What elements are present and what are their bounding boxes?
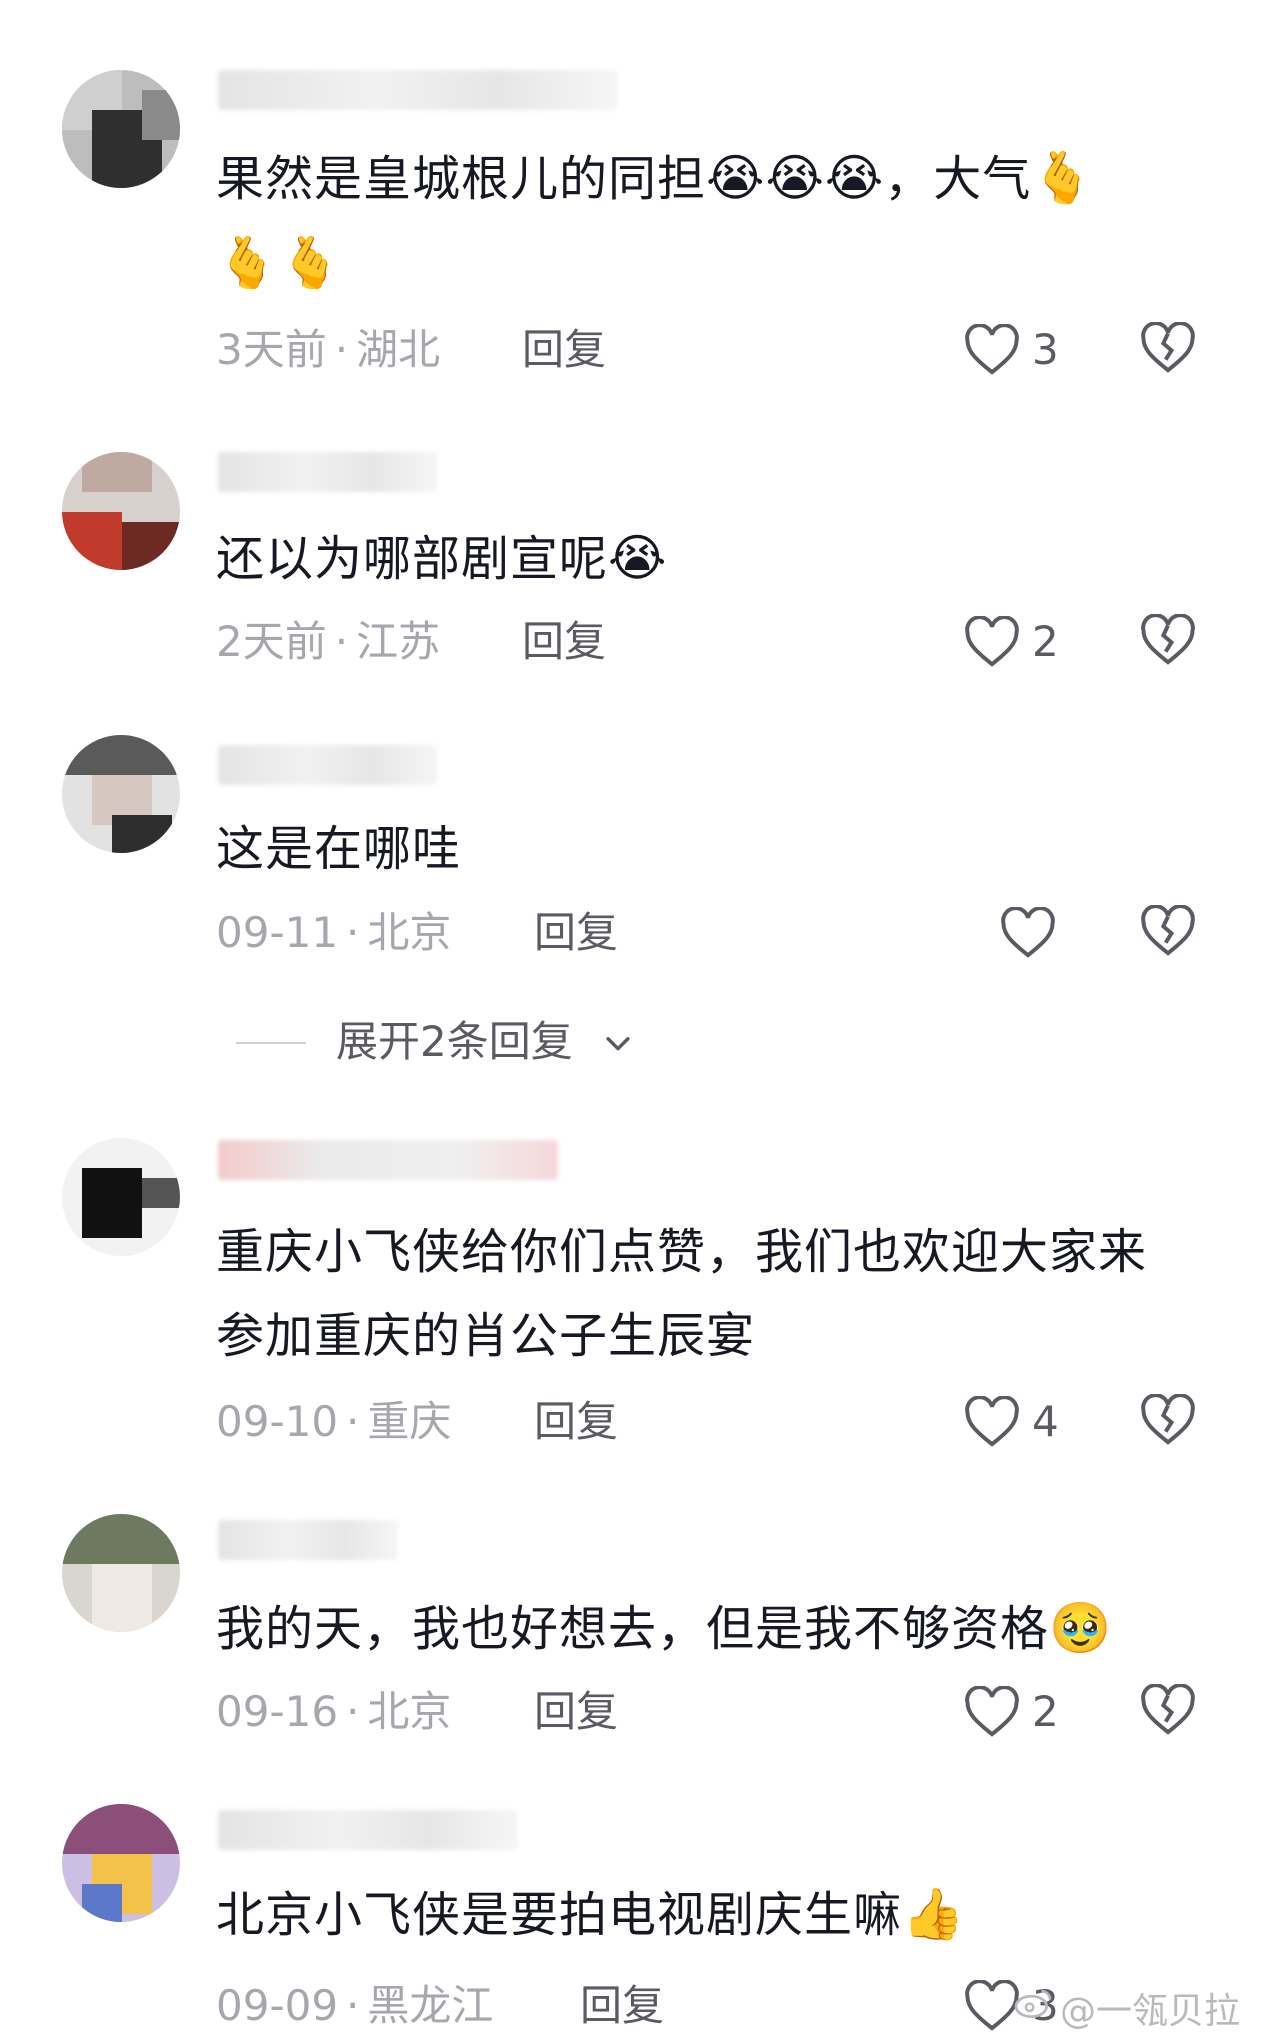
reply-button[interactable]: 回复 bbox=[580, 1976, 664, 2036]
broken-heart-icon bbox=[1141, 1683, 1195, 1735]
username-blurred[interactable] bbox=[218, 452, 438, 492]
avatar[interactable] bbox=[62, 1138, 180, 1256]
emoji: 😭 bbox=[608, 529, 668, 587]
like-count: 3 bbox=[1032, 325, 1059, 374]
reply-button[interactable]: 回复 bbox=[534, 1392, 618, 1452]
watermark: @一瓴贝拉 bbox=[1060, 1991, 1241, 2032]
comment-time: 2天前 bbox=[216, 617, 327, 666]
avatar[interactable] bbox=[62, 70, 180, 188]
avatar[interactable] bbox=[62, 452, 180, 570]
dislike-button[interactable] bbox=[1140, 321, 1196, 378]
like-count: 4 bbox=[1032, 1397, 1059, 1446]
comment-time: 09-09 bbox=[216, 1981, 339, 2030]
emoji: 🥹 bbox=[1049, 1599, 1113, 1657]
dislike-button[interactable] bbox=[1140, 1683, 1196, 1740]
username-blurred[interactable] bbox=[218, 745, 438, 785]
reply-button[interactable]: 回复 bbox=[534, 903, 618, 963]
comment-item: 重庆小飞侠给你们点赞，我们也欢迎大家来 参加重庆的肖公子生辰宴 09-10 · 重庆… bbox=[0, 1130, 1264, 1460]
username-blurred[interactable] bbox=[218, 1520, 398, 1560]
weibo-logo-icon bbox=[1014, 1989, 1052, 2018]
comment-item: 还以为哪部剧宣呢😭 2天前 · 江苏 回复 2 bbox=[0, 440, 1264, 680]
username-blurred[interactable] bbox=[218, 1140, 558, 1180]
comment-meta: 09-09 · 黑龙江 bbox=[216, 1981, 494, 2030]
comment-text: 果然是皇城根儿的同担😭😭😭，大气🫰 🫰🫰 bbox=[216, 149, 1095, 292]
comment-text: 我的天，我也好想去，但是我不够资格🥹 bbox=[216, 1599, 1113, 1657]
emoji: 🫰🫰 bbox=[216, 234, 343, 292]
dislike-button[interactable] bbox=[1140, 904, 1196, 961]
reply-button[interactable]: 回复 bbox=[522, 320, 606, 380]
expand-replies-button[interactable]: 展开2条回复 bbox=[236, 1012, 656, 1072]
comment-time: 3天前 bbox=[216, 325, 327, 374]
like-button[interactable]: 4 bbox=[964, 1392, 1094, 1452]
comment-region: 江苏 bbox=[356, 617, 441, 666]
comment-item: 果然是皇城根儿的同担😭😭😭，大气🫰 🫰🫰 3天前 · 湖北 回复 3 bbox=[0, 0, 1264, 380]
comment-text: 还以为哪部剧宣呢😭 bbox=[216, 529, 668, 587]
like-count: 2 bbox=[1032, 617, 1059, 666]
dislike-button[interactable] bbox=[1140, 1393, 1196, 1450]
broken-heart-icon bbox=[1141, 904, 1195, 956]
comment-item: 我的天，我也好想去，但是我不够资格🥹 09-16 · 北京 回复 2 bbox=[0, 1510, 1264, 1750]
expand-replies-label: 展开2条回复 bbox=[336, 1017, 573, 1066]
broken-heart-icon bbox=[1141, 1393, 1195, 1445]
broken-heart-icon bbox=[1141, 321, 1195, 373]
like-count: 2 bbox=[1032, 1687, 1059, 1736]
comment-region: 黑龙江 bbox=[367, 1981, 494, 2030]
comment-time: 09-10 bbox=[216, 1397, 339, 1446]
avatar[interactable] bbox=[62, 1514, 180, 1632]
username-blurred[interactable] bbox=[218, 70, 618, 110]
comment-time: 09-11 bbox=[216, 908, 339, 957]
emoji: 🫰 bbox=[1031, 149, 1095, 207]
like-button[interactable]: 2 bbox=[964, 612, 1094, 672]
comment-region: 北京 bbox=[367, 908, 452, 957]
chevron-down-icon bbox=[606, 1037, 630, 1051]
comment-meta: 3天前 · 湖北 bbox=[216, 325, 441, 374]
comment-meta: 09-10 · 重庆 bbox=[216, 1397, 452, 1446]
like-button[interactable]: 2 bbox=[964, 1682, 1094, 1742]
heart-outline-icon bbox=[965, 1396, 1019, 1447]
reply-button[interactable]: 回复 bbox=[522, 612, 606, 672]
heart-outline-icon bbox=[965, 1686, 1019, 1737]
comment-meta: 2天前 · 江苏 bbox=[216, 617, 441, 666]
comment-item: 这是在哪哇 09-11 · 北京 回复 bbox=[0, 735, 1264, 975]
comment-region: 湖北 bbox=[356, 325, 441, 374]
broken-heart-icon bbox=[1141, 613, 1195, 665]
avatar[interactable] bbox=[62, 735, 180, 853]
comment-text: 北京小飞侠是要拍电视剧庆生嘛👍 bbox=[216, 1885, 966, 1943]
heart-outline-icon bbox=[1001, 907, 1055, 958]
heart-outline-icon bbox=[965, 616, 1019, 667]
comment-text: 这是在哪哇 bbox=[216, 821, 462, 877]
avatar[interactable] bbox=[62, 1804, 180, 1922]
reply-button[interactable]: 回复 bbox=[534, 1682, 618, 1742]
comment-time: 09-16 bbox=[216, 1687, 339, 1736]
emoji: 👍 bbox=[902, 1885, 966, 1943]
emoji: 😭😭😭 bbox=[706, 149, 885, 207]
comment-region: 重庆 bbox=[367, 1397, 452, 1446]
comment-text: 重庆小飞侠给你们点赞，我们也欢迎大家来 参加重庆的肖公子生辰宴 bbox=[216, 1224, 1148, 1364]
comment-meta: 09-16 · 北京 bbox=[216, 1687, 452, 1736]
username-blurred[interactable] bbox=[218, 1810, 518, 1850]
like-button[interactable]: 3 bbox=[964, 320, 1094, 380]
comment-meta: 09-11 · 北京 bbox=[216, 908, 452, 957]
comment-region: 北京 bbox=[367, 1687, 452, 1736]
heart-outline-icon bbox=[965, 324, 1019, 375]
dislike-button[interactable] bbox=[1140, 613, 1196, 670]
divider bbox=[236, 1042, 306, 1044]
like-button[interactable] bbox=[1000, 903, 1130, 963]
